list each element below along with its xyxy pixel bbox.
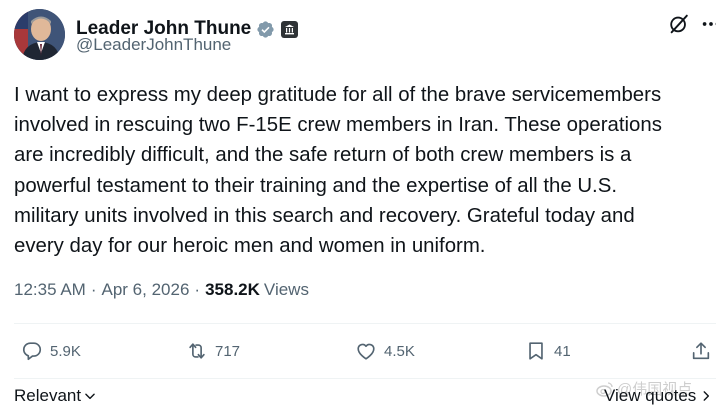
post-time[interactable]: 12:35 AM [14,280,86,300]
views-count[interactable]: 358.2K [205,280,260,300]
action-bar: 5.9K 717 4.5K 41 [14,340,714,374]
meta-separator: · [90,280,97,299]
building-icon [285,24,295,34]
repost-count: 717 [215,342,241,360]
reply-button[interactable]: 5.9K [21,340,81,362]
post-text: I want to express my deep gratitude for … [14,84,662,258]
bookmark-count: 41 [554,342,571,360]
avatar-image [14,9,65,60]
post-date[interactable]: Apr 6, 2026 [102,280,190,300]
like-button[interactable]: 4.5K [355,340,415,362]
meta-separator: · [194,280,201,299]
chevron-right-icon [703,391,710,401]
views-label: Views [263,280,309,299]
post-header: Leader John Thune @LeaderJohnThune [14,9,716,61]
chevron-down-icon [85,393,95,400]
divider [14,323,716,324]
reply-count: 5.9K [50,342,81,360]
view-quotes-label: View quotes [604,386,697,405]
bookmark-button[interactable]: 41 [525,340,571,362]
grok-icon[interactable] [668,13,690,35]
view-quotes-link[interactable]: View quotes [604,386,713,406]
like-count: 4.5K [384,342,415,360]
government-building-badge-icon[interactable] [281,20,299,38]
post-meta: 12:35 AM · Apr 6, 2026 · 358.2K Views [14,280,309,300]
verified-badge-icon[interactable] [256,20,275,39]
sort-dropdown[interactable]: Relevant [14,386,97,406]
reply-icon [22,342,42,361]
sort-label: Relevant [14,386,82,405]
avatar[interactable] [14,9,65,60]
repost-icon [189,343,205,359]
repost-button[interactable]: 717 [186,340,240,362]
author-handle[interactable]: @LeaderJohnThune [76,35,231,55]
heart-icon [357,343,375,360]
more-options-icon[interactable] [700,13,716,35]
bookmark-icon [529,342,543,360]
share-icon [692,342,710,360]
share-button[interactable] [690,340,712,362]
